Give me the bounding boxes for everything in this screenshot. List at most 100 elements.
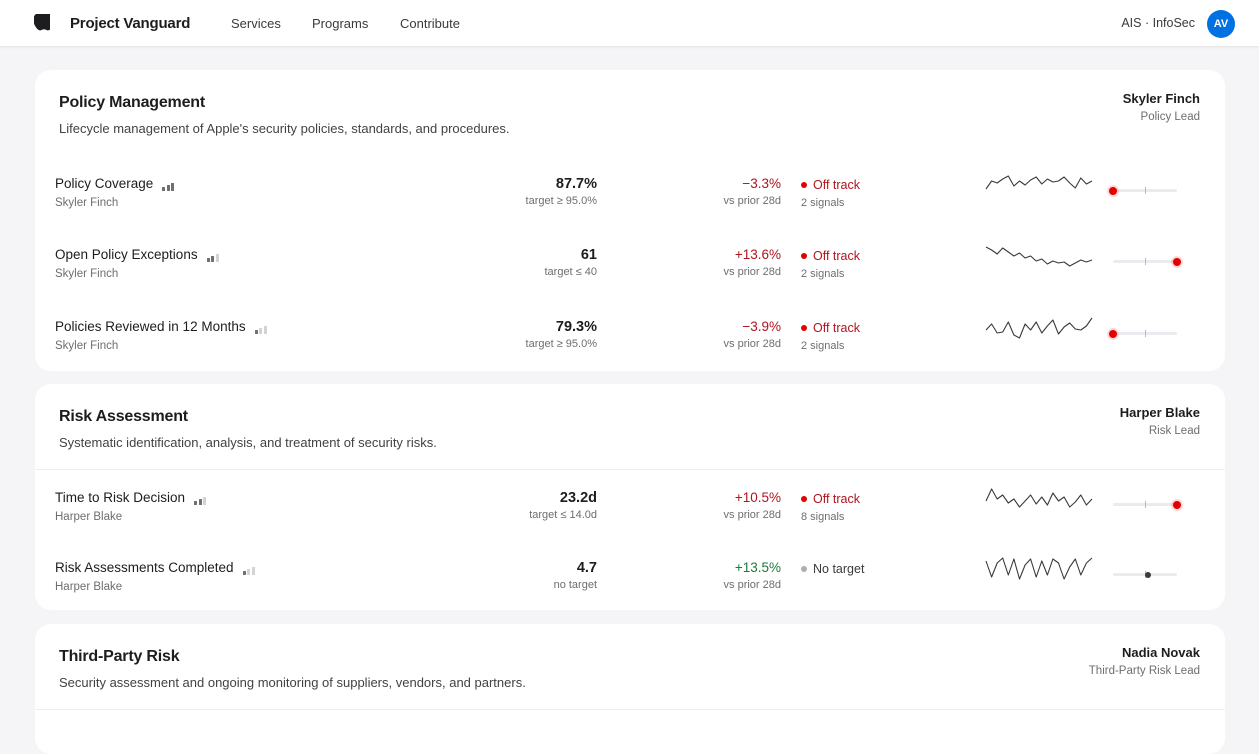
status-badge: Off track	[801, 249, 860, 263]
metric-name[interactable]: Policies Reviewed in 12 Months	[55, 319, 268, 334]
sparkline-line	[985, 488, 1093, 508]
section-owner-name[interactable]: Harper Blake	[1120, 405, 1200, 420]
avatar[interactable]: AV	[1207, 10, 1235, 38]
data-quality-icon	[206, 247, 221, 262]
apple-logo-icon[interactable]	[34, 14, 50, 33]
section-divider	[35, 709, 1225, 710]
section-owner-role: Third-Party Risk Lead	[1088, 665, 1200, 677]
section-description: Systematic identification, analysis, and…	[59, 435, 437, 450]
metric-name-label: Time to Risk Decision	[55, 490, 186, 505]
metric-value: 61	[580, 247, 597, 263]
quality-bar	[166, 185, 170, 191]
quality-bar	[194, 501, 198, 505]
status-dot-icon	[801, 253, 807, 259]
metric-delta-period: vs prior 28d	[723, 579, 781, 591]
section-title: Risk Assessment	[59, 408, 188, 425]
metric-value: 23.2d	[559, 490, 597, 506]
sparkline-chart	[985, 317, 1093, 339]
metric-delta: +10.5%	[734, 490, 781, 505]
metric-delta-period: vs prior 28d	[723, 338, 781, 350]
current-position-marker	[1145, 571, 1152, 578]
current-position-marker	[1109, 186, 1117, 195]
quality-bar	[206, 258, 210, 262]
section-card-policy-management: Policy Management Lifecycle management o…	[35, 70, 1225, 371]
metric-owner: Harper Blake	[55, 511, 123, 523]
metric-delta: −3.3%	[742, 176, 781, 191]
target-tick	[1145, 501, 1146, 508]
quality-bar	[247, 569, 251, 575]
metric-name[interactable]: Policy Coverage	[55, 176, 176, 191]
metric-name-label: Risk Assessments Completed	[55, 560, 234, 575]
data-quality-icon	[242, 560, 257, 575]
signals-link[interactable]: 8 signals	[801, 511, 844, 523]
metric-delta: −3.9%	[742, 319, 781, 334]
quality-bar	[162, 187, 166, 191]
target-position-track	[1109, 186, 1177, 195]
status-dot-icon	[801, 325, 807, 331]
status-badge: No target	[801, 562, 864, 576]
sparkline-line	[985, 557, 1093, 580]
metric-delta-period: vs prior 28d	[723, 509, 781, 521]
top-nav-bar: Project Vanguard Services Programs Contr…	[0, 0, 1259, 47]
status-badge: Off track	[801, 492, 860, 506]
nav-contribute[interactable]: Contribute	[400, 16, 460, 31]
current-position-marker	[1173, 500, 1181, 509]
org-label: AIS · InfoSec	[1121, 16, 1195, 30]
metric-row[interactable]: Policy Coverage Skyler Finch 87.7% targe…	[35, 175, 1225, 232]
data-quality-icon	[194, 490, 208, 505]
section-owner-name[interactable]: Skyler Finch	[1123, 91, 1200, 106]
section-owner-role: Policy Lead	[1140, 111, 1200, 123]
metric-name-label: Policies Reviewed in 12 Months	[55, 319, 246, 334]
metric-owner: Skyler Finch	[55, 340, 119, 352]
status-dot-icon	[801, 566, 807, 572]
brand-title[interactable]: Project Vanguard	[70, 15, 190, 32]
signals-link[interactable]: 2 signals	[801, 268, 844, 280]
metric-name[interactable]: Time to Risk Decision	[55, 490, 208, 505]
status-label: Off track	[813, 178, 861, 192]
nav-programs[interactable]: Programs	[312, 16, 368, 31]
status-label: Off track	[813, 492, 861, 506]
metric-owner: Harper Blake	[55, 581, 123, 593]
metric-target: no target	[553, 579, 597, 591]
metric-delta-period: vs prior 28d	[723, 195, 781, 207]
section-owner-role: Risk Lead	[1148, 425, 1200, 437]
metric-name[interactable]: Open Policy Exceptions	[55, 247, 220, 262]
nav-services[interactable]: Services	[231, 16, 281, 31]
metric-owner: Skyler Finch	[55, 197, 119, 209]
metric-name-label: Open Policy Exceptions	[55, 247, 198, 262]
metric-row[interactable]: Risk Assessments Completed Harper Blake …	[35, 557, 1225, 616]
status-badge: Off track	[801, 178, 860, 192]
section-divider	[35, 469, 1225, 470]
metric-name[interactable]: Risk Assessments Completed	[55, 560, 256, 575]
metric-value: 4.7	[576, 560, 597, 576]
section-description: Lifecycle management of Apple's security…	[59, 121, 510, 136]
metric-name-label: Policy Coverage	[55, 176, 154, 191]
metric-row[interactable]: Policies Reviewed in 12 Months Skyler Fi…	[35, 317, 1225, 375]
quality-bar	[254, 330, 258, 334]
section-owner-name[interactable]: Nadia Novak	[1122, 645, 1200, 660]
sparkline-chart	[985, 246, 1093, 267]
quality-bar	[211, 256, 215, 262]
data-quality-icon	[162, 176, 176, 191]
metric-value: 87.7%	[555, 176, 597, 192]
metric-row[interactable]: Open Policy Exceptions Skyler Finch 61 t…	[35, 246, 1225, 303]
quality-bar	[242, 571, 246, 575]
status-badge: Off track	[801, 321, 860, 335]
current-position-marker	[1173, 257, 1181, 266]
quality-bar	[251, 567, 255, 575]
signals-link[interactable]: 2 signals	[801, 197, 844, 209]
sparkline-line	[985, 317, 1093, 339]
current-position-marker	[1109, 329, 1117, 338]
section-title: Policy Management	[59, 94, 205, 111]
section-card-risk-assessment: Risk Assessment Systematic identificatio…	[35, 384, 1225, 610]
sparkline-line	[985, 175, 1093, 190]
quality-bar	[203, 497, 207, 505]
metric-delta: +13.5%	[734, 560, 781, 575]
status-label: No target	[813, 562, 865, 576]
signals-link[interactable]: 2 signals	[801, 340, 844, 352]
sparkline-line	[985, 246, 1093, 267]
metric-row[interactable]: Time to Risk Decision Harper Blake 23.2d…	[35, 488, 1225, 546]
section-card-third-party-risk: Third-Party Risk Security assessment and…	[35, 624, 1225, 754]
status-dot-icon	[801, 496, 807, 502]
target-position-track	[1113, 500, 1181, 509]
